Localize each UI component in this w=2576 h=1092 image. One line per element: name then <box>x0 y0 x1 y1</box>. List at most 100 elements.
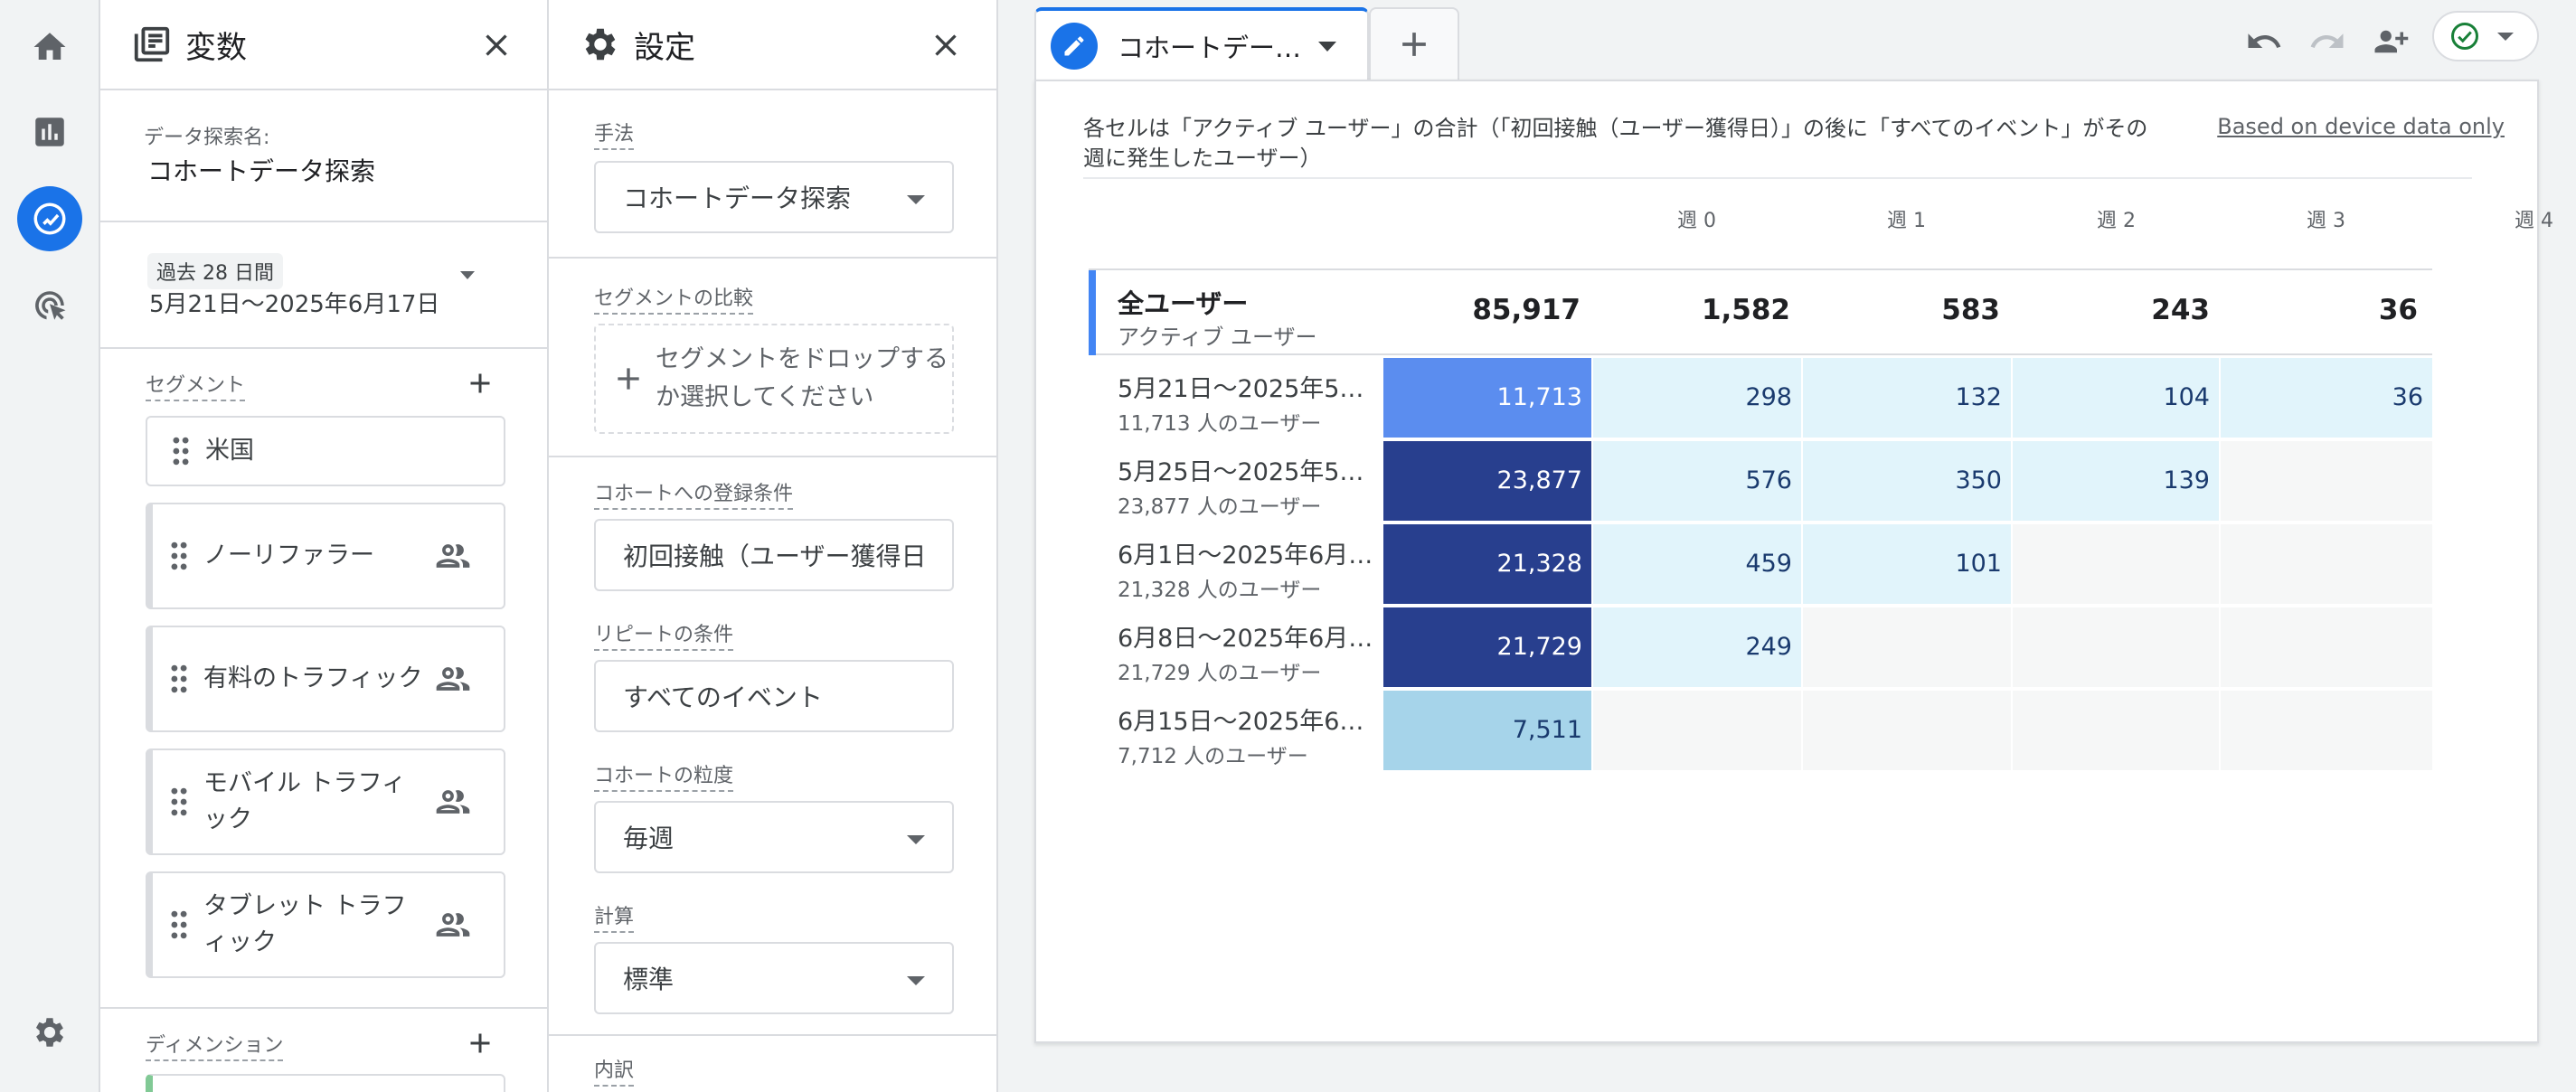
cohort-cell-r3-w2[interactable] <box>1803 607 2011 687</box>
segments-divider <box>100 1007 547 1009</box>
total-value-week-1: 1,582 <box>1701 294 1790 326</box>
cohort-cell-r1-w1[interactable]: 576 <box>1593 441 1801 521</box>
advertising-icon[interactable] <box>17 273 82 338</box>
cohort-cell-r3-w3[interactable] <box>2013 607 2219 687</box>
user-segment-icon <box>433 536 473 576</box>
cohort-description: 各セルは「アクティブ ユーザー」の合計（「初回接触（ユーザー獲得日）」の後に「す… <box>1083 116 2148 171</box>
user-segment-icon <box>433 905 473 945</box>
cohort-row-label: 6月15日～2025年6… 7,712 人のユーザー <box>1118 701 1380 769</box>
chevron-down-icon[interactable] <box>1318 41 1336 52</box>
date-range-dropdown-icon[interactable] <box>460 271 475 279</box>
cohort-cell-r4-w0[interactable]: 7,511 <box>1383 691 1591 770</box>
add-user-icon <box>2374 30 2409 53</box>
plus-icon <box>470 373 490 393</box>
cohort-cell-r1-w3[interactable]: 139 <box>2013 441 2219 521</box>
segment-label: タブレット トラフィック <box>203 892 407 956</box>
share-button[interactable] <box>2365 16 2416 67</box>
undo-icon <box>2248 33 2281 48</box>
cohort-cell-r2-w0[interactable]: 21,328 <box>1383 524 1591 604</box>
close-settings-button[interactable] <box>922 22 969 69</box>
drag-handle-icon[interactable] <box>169 909 189 940</box>
close-variables-button[interactable] <box>473 22 520 69</box>
segment-card-us[interactable]: 米国 <box>146 416 505 486</box>
cohort-cell-r2-w3[interactable] <box>2013 524 2219 604</box>
segment-compare-section <box>549 259 996 457</box>
drag-handle-icon[interactable] <box>169 786 189 817</box>
settings-icon[interactable] <box>17 1000 82 1065</box>
reports-icon[interactable] <box>17 99 82 165</box>
cohort-cell-r1-w0[interactable]: 23,877 <box>1383 441 1591 521</box>
user-segment-icon <box>433 659 473 699</box>
plus-icon <box>1402 33 1426 56</box>
dimension-card[interactable] <box>146 1074 505 1092</box>
nav-rail <box>0 0 100 1092</box>
redo-button[interactable] <box>2302 16 2353 67</box>
tab-cohort-exploration[interactable]: コホートデー… <box>1034 7 1369 81</box>
redo-icon <box>2310 33 2344 48</box>
cohort-cell-r1-w2[interactable]: 350 <box>1803 441 2011 521</box>
segment-card-mobile-traffic[interactable]: モバイル トラフィック <box>146 748 505 855</box>
cohort-cell-r4-w1[interactable] <box>1593 691 1801 770</box>
cohort-cell-r4-w3[interactable] <box>2013 691 2219 770</box>
cohort-cell-r0-w3[interactable]: 104 <box>2013 358 2219 438</box>
description-divider <box>1083 177 2472 179</box>
cohort-cell-r0-w0[interactable]: 11,713 <box>1383 358 1591 438</box>
settings-panel: 設定 手法 コホートデータ探索 セグメントの比較 セグメントをドロップするか選択… <box>549 0 998 1092</box>
variables-panel: 変数 データ探索名: コホートデータ探索 過去 28 日間 5月21日～2025… <box>100 0 549 1092</box>
cohort-cell-r4-w2[interactable] <box>1803 691 2011 770</box>
cohort-cell-r2-w2[interactable]: 101 <box>1803 524 2011 604</box>
total-value-week-2: 583 <box>1941 294 2000 326</box>
add-segment-button[interactable] <box>462 365 498 401</box>
close-icon <box>486 34 507 56</box>
cohort-cell-r0-w2[interactable]: 132 <box>1803 358 2011 438</box>
segment-card-paid-traffic[interactable]: 有料のトラフィック <box>146 626 505 732</box>
status-menu-button[interactable] <box>2432 11 2539 61</box>
dimensions-label: ディメンション <box>146 1029 284 1061</box>
drag-handle-icon[interactable] <box>169 664 189 694</box>
device-data-note[interactable]: Based on device data only <box>2217 114 2505 139</box>
exploration-name-label: データ探索名: <box>144 127 270 149</box>
check-circle-icon <box>2451 23 2478 50</box>
exploration-name-input[interactable]: コホートデータ探索 <box>147 152 375 188</box>
week-header-2: 週 2 <box>2097 210 2136 232</box>
tab-label: コホートデー… <box>1118 33 1302 63</box>
cohort-cell-r3-w0[interactable]: 21,729 <box>1383 607 1591 687</box>
tab-bar: コホートデー… <box>998 0 2576 81</box>
variables-header: 変数 <box>100 0 547 90</box>
date-range-text[interactable]: 5月21日～2025年6月17日 <box>149 286 439 319</box>
drag-handle-icon[interactable] <box>171 436 191 466</box>
home-icon[interactable] <box>17 14 82 80</box>
segment-label: モバイル トラフィック <box>203 769 407 833</box>
total-row-subtitle: アクティブ ユーザー <box>1118 325 1317 350</box>
segment-card-no-referrer[interactable]: ノーリファラー <box>146 503 505 609</box>
add-dimension-button[interactable] <box>462 1025 498 1061</box>
segment-label: 米国 <box>205 437 254 465</box>
cohort-settings-section <box>549 457 996 1036</box>
cohort-cell-r4-w4[interactable] <box>2221 691 2432 770</box>
cohort-row-title: 5月25日～2025年5… <box>1118 458 1364 486</box>
cohort-row-label: 6月1日～2025年6月… 21,328 人のユーザー <box>1118 535 1380 603</box>
cohort-row-title: 6月1日～2025年6月… <box>1118 541 1373 570</box>
date-preset-chip[interactable]: 過去 28 日間 <box>147 253 283 289</box>
cohort-cell-r2-w1[interactable]: 459 <box>1593 524 1801 604</box>
segment-card-tablet-traffic[interactable]: タブレット トラフィック <box>146 871 505 978</box>
cohort-cell-r2-w4[interactable] <box>2221 524 2432 604</box>
week-header-1: 週 1 <box>1887 210 1926 232</box>
technique-section <box>549 90 996 259</box>
cohort-cell-r3-w4[interactable] <box>2221 607 2432 687</box>
cohort-cell-r0-w1[interactable]: 298 <box>1593 358 1801 438</box>
total-value-week-4: 36 <box>2378 294 2418 326</box>
plus-icon <box>470 1033 490 1053</box>
cohort-row-title: 6月8日～2025年6月… <box>1118 625 1373 653</box>
cohort-row-title: 6月15日～2025年6… <box>1118 708 1364 736</box>
pencil-icon[interactable] <box>1051 23 1098 70</box>
undo-button[interactable] <box>2239 16 2289 67</box>
drag-handle-icon[interactable] <box>169 541 189 571</box>
cohort-cell-r3-w1[interactable]: 249 <box>1593 607 1801 687</box>
cohort-row-title: 5月21日～2025年5… <box>1118 375 1364 403</box>
cohort-cell-r1-w4[interactable] <box>2221 441 2432 521</box>
cohort-row-subtitle: 21,328 人のユーザー <box>1118 579 1322 602</box>
explore-icon[interactable] <box>17 186 82 251</box>
add-tab-button[interactable] <box>1369 7 1459 81</box>
cohort-cell-r0-w4[interactable]: 36 <box>2221 358 2432 438</box>
